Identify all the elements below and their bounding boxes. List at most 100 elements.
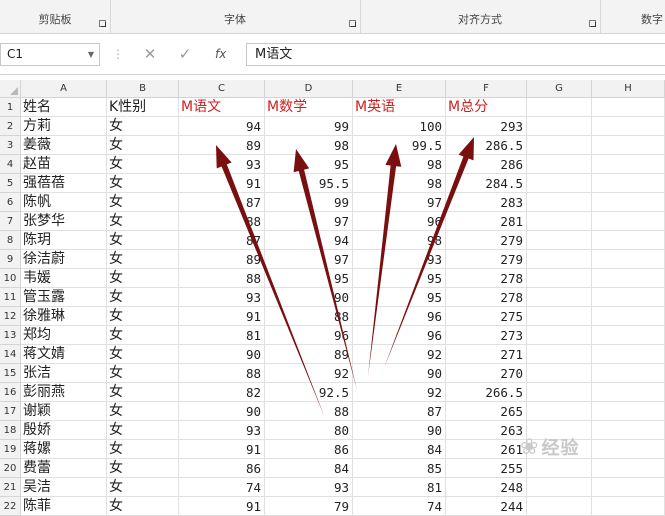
cell-h14[interactable] (592, 345, 665, 364)
cell-a20[interactable]: 费蕾 (21, 459, 107, 478)
cell-h10[interactable] (592, 269, 665, 288)
cell-h18[interactable] (592, 421, 665, 440)
cell-a7[interactable]: 张梦华 (21, 212, 107, 231)
cell-g14[interactable] (527, 345, 592, 364)
cell-e12[interactable]: 96 (353, 307, 446, 326)
cell-e19[interactable]: 84 (353, 440, 446, 459)
cell-g20[interactable] (527, 459, 592, 478)
cell-b9[interactable]: 女 (107, 250, 179, 269)
cell-g10[interactable] (527, 269, 592, 288)
cell-e4[interactable]: 98 (353, 155, 446, 174)
cell-a3[interactable]: 姜薇 (21, 136, 107, 155)
column-header-f[interactable]: F (446, 80, 527, 98)
row-header[interactable]: 8 (0, 231, 21, 250)
row-header[interactable]: 14 (0, 345, 21, 364)
cell-b18[interactable]: 女 (107, 421, 179, 440)
cell-f22[interactable]: 244 (446, 497, 527, 516)
cell-b8[interactable]: 女 (107, 231, 179, 250)
cell-g7[interactable] (527, 212, 592, 231)
row-header[interactable]: 7 (0, 212, 21, 231)
formula-input[interactable]: M语文 (246, 43, 665, 66)
cell-h5[interactable] (592, 174, 665, 193)
cell-b7[interactable]: 女 (107, 212, 179, 231)
cell-b22[interactable]: 女 (107, 497, 179, 516)
cell-d10[interactable]: 95 (265, 269, 353, 288)
cell-f20[interactable]: 255 (446, 459, 527, 478)
cell-d7[interactable]: 97 (265, 212, 353, 231)
column-header-e[interactable]: E (353, 80, 446, 98)
cell-c11[interactable]: 93 (179, 288, 265, 307)
cell-b4[interactable]: 女 (107, 155, 179, 174)
cell-f9[interactable]: 279 (446, 250, 527, 269)
cell-f16[interactable]: 266.5 (446, 383, 527, 402)
cell-a13[interactable]: 郑均 (21, 326, 107, 345)
cell-e11[interactable]: 95 (353, 288, 446, 307)
cell-e18[interactable]: 90 (353, 421, 446, 440)
row-header[interactable]: 22 (0, 497, 21, 516)
cell-d19[interactable]: 86 (265, 440, 353, 459)
cell-d6[interactable]: 99 (265, 193, 353, 212)
cell-h22[interactable] (592, 497, 665, 516)
cell-h16[interactable] (592, 383, 665, 402)
cell-c13[interactable]: 81 (179, 326, 265, 345)
column-header-d[interactable]: D (265, 80, 353, 98)
column-header-b[interactable]: B (107, 80, 179, 98)
cell-d5[interactable]: 95.5 (265, 174, 353, 193)
cell-c4[interactable]: 93 (179, 155, 265, 174)
cell-b17[interactable]: 女 (107, 402, 179, 421)
cell-f3[interactable]: 286.5 (446, 136, 527, 155)
cell-f10[interactable]: 278 (446, 269, 527, 288)
cell-a2[interactable]: 方莉 (21, 117, 107, 136)
row-header[interactable]: 4 (0, 155, 21, 174)
cell-d12[interactable]: 88 (265, 307, 353, 326)
cell-f1[interactable]: M总分 (446, 98, 527, 117)
cell-e10[interactable]: 95 (353, 269, 446, 288)
cell-f15[interactable]: 270 (446, 364, 527, 383)
cell-b1[interactable]: K性别 (107, 98, 179, 117)
font-launcher-icon[interactable] (349, 20, 356, 27)
row-header[interactable]: 19 (0, 440, 21, 459)
cell-e13[interactable]: 96 (353, 326, 446, 345)
cell-g3[interactable] (527, 136, 592, 155)
cell-d3[interactable]: 98 (265, 136, 353, 155)
cell-e1[interactable]: M英语 (353, 98, 446, 117)
cell-f14[interactable]: 271 (446, 345, 527, 364)
cell-g9[interactable] (527, 250, 592, 269)
clipboard-group[interactable]: 剪贴板 (0, 0, 111, 33)
cell-e3[interactable]: 99.5 (353, 136, 446, 155)
row-header[interactable]: 10 (0, 269, 21, 288)
cell-e6[interactable]: 97 (353, 193, 446, 212)
cell-a5[interactable]: 强蓓蓓 (21, 174, 107, 193)
cell-f8[interactable]: 279 (446, 231, 527, 250)
chevron-down-icon[interactable]: ▼ (88, 44, 94, 65)
cell-c16[interactable]: 82 (179, 383, 265, 402)
cell-b16[interactable]: 女 (107, 383, 179, 402)
clipboard-launcher-icon[interactable] (99, 20, 106, 27)
cell-d4[interactable]: 95 (265, 155, 353, 174)
row-header[interactable]: 9 (0, 250, 21, 269)
cell-c6[interactable]: 87 (179, 193, 265, 212)
font-group[interactable]: 字体 (110, 0, 361, 33)
cell-d21[interactable]: 93 (265, 478, 353, 497)
cell-g6[interactable] (527, 193, 592, 212)
cell-c1[interactable]: M语文 (179, 98, 265, 117)
cell-f17[interactable]: 265 (446, 402, 527, 421)
cell-c2[interactable]: 94 (179, 117, 265, 136)
cell-d14[interactable]: 89 (265, 345, 353, 364)
cell-b11[interactable]: 女 (107, 288, 179, 307)
cell-e9[interactable]: 93 (353, 250, 446, 269)
cell-a11[interactable]: 管玉露 (21, 288, 107, 307)
cell-a15[interactable]: 张洁 (21, 364, 107, 383)
cell-f11[interactable]: 278 (446, 288, 527, 307)
cell-c21[interactable]: 74 (179, 478, 265, 497)
cell-a8[interactable]: 陈玥 (21, 231, 107, 250)
cell-c10[interactable]: 88 (179, 269, 265, 288)
cell-b12[interactable]: 女 (107, 307, 179, 326)
cell-f19[interactable]: 261 (446, 440, 527, 459)
cell-d13[interactable]: 96 (265, 326, 353, 345)
cell-c12[interactable]: 91 (179, 307, 265, 326)
cell-c7[interactable]: 88 (179, 212, 265, 231)
row-header[interactable]: 16 (0, 383, 21, 402)
cell-d9[interactable]: 97 (265, 250, 353, 269)
column-header-a[interactable]: A (21, 80, 107, 98)
